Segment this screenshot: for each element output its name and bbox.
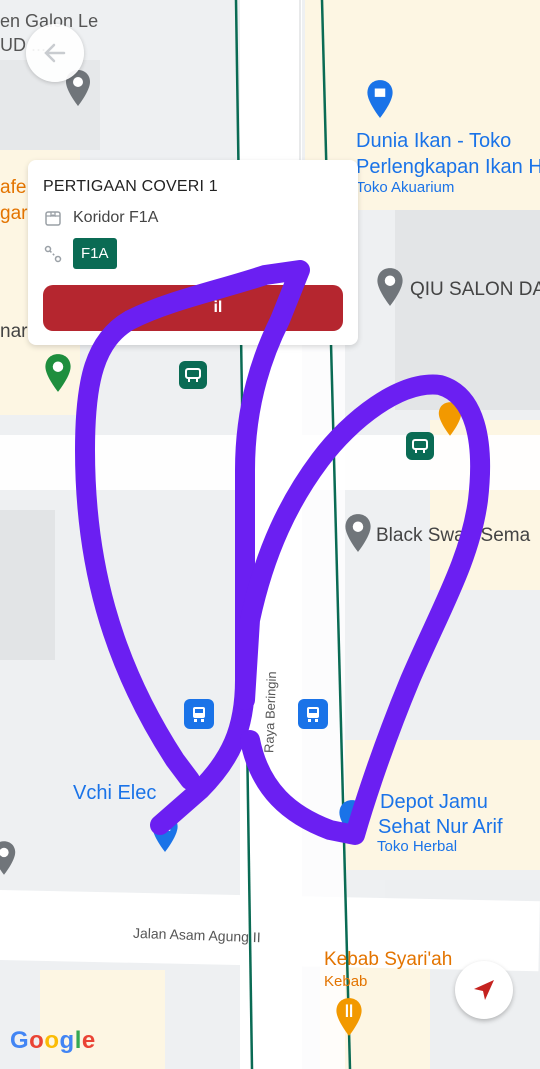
- poi-dunia-ikan-name[interactable]: Dunia Ikan - Toko: [356, 130, 511, 152]
- poi-qiu-salon-name[interactable]: QIU SALON DA: [410, 279, 540, 301]
- back-button[interactable]: [26, 24, 84, 82]
- green-place-pin-icon[interactable]: [42, 352, 74, 394]
- poi-kebab-name[interactable]: Kebab Syari'ah: [324, 949, 452, 971]
- bus-stop-icon[interactable]: [179, 361, 207, 389]
- poi-depot-jamu-name[interactable]: Depot Jamu: [380, 791, 488, 813]
- shopping-pin-icon[interactable]: [336, 798, 368, 840]
- bus-stop-icon[interactable]: [406, 432, 434, 460]
- road-label-raya-beringin: Raya Beringin: [261, 671, 280, 754]
- navigation-arrow-icon: [474, 980, 494, 1000]
- poi-dunia-ikan-category: Toko Akuarium: [356, 179, 455, 196]
- poi-dunia-ikan-name[interactable]: Perlengkapan Ikan H: [356, 156, 540, 178]
- arrow-left-icon: [44, 43, 66, 63]
- corridor-row: Koridor F1A: [43, 208, 158, 228]
- poi-kebab-category: Kebab: [324, 973, 368, 990]
- food-pin-icon[interactable]: [436, 400, 464, 438]
- bus-stop-icon[interactable]: [184, 699, 214, 729]
- place-label[interactable]: nar: [0, 321, 27, 343]
- box-icon: [45, 211, 61, 226]
- poi-cafe-name[interactable]: afe: [0, 177, 26, 199]
- my-location-button[interactable]: [455, 961, 513, 1019]
- poi-vchi-name[interactable]: Vchi Elec: [73, 782, 156, 804]
- poi-depot-jamu-name[interactable]: Sehat Nur Arif: [378, 816, 503, 838]
- view-detail-label: Li il: [163, 299, 223, 316]
- food-pin-icon[interactable]: [333, 996, 365, 1038]
- shopping-pin-icon[interactable]: [149, 812, 181, 854]
- poi-cafe-name[interactable]: gar: [0, 203, 27, 225]
- bus-stop-icon[interactable]: [298, 699, 328, 729]
- stop-info-card[interactable]: PERTIGAAN COVERI 1 Koridor F1A F1A Li il: [28, 160, 358, 345]
- shopping-pin-icon[interactable]: [364, 78, 396, 120]
- map-pin-icon[interactable]: [374, 266, 406, 308]
- route-row: F1A: [43, 238, 117, 269]
- map-pin-icon[interactable]: [342, 512, 374, 554]
- stop-title: PERTIGAAN COVERI 1: [43, 178, 218, 195]
- poi-depot-jamu-category: Toko Herbal: [377, 838, 458, 855]
- view-detail-button[interactable]: Li il: [43, 285, 343, 331]
- corridor-label: Koridor F1A: [73, 209, 159, 226]
- map-pin-icon[interactable]: [0, 838, 18, 878]
- route-badge[interactable]: F1A: [73, 238, 117, 269]
- route-icon: [44, 245, 62, 262]
- google-logo: Google: [10, 1027, 96, 1054]
- poi-black-swan-name[interactable]: Black Swan Sema: [376, 525, 530, 547]
